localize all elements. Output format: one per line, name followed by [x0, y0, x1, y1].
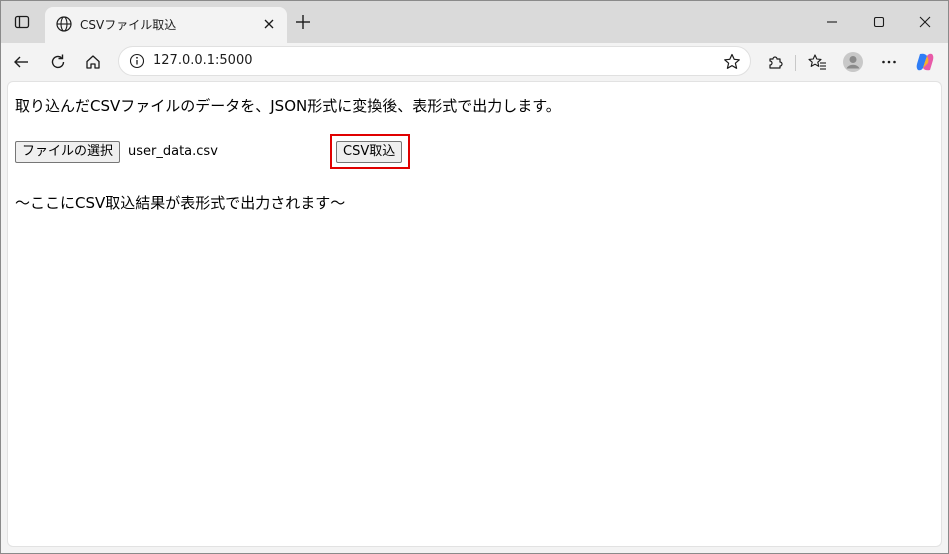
- tab-actions-icon[interactable]: [9, 9, 35, 35]
- tab-strip: CSVファイル取込: [1, 1, 948, 43]
- refresh-icon[interactable]: [44, 48, 72, 76]
- selected-file-name: user_data.csv: [128, 144, 218, 159]
- avatar-icon[interactable]: [839, 48, 867, 76]
- url-text[interactable]: 127.0.0.1:5000: [153, 53, 253, 68]
- toolbar-divider: [795, 55, 796, 71]
- puzzle-icon[interactable]: [761, 48, 789, 76]
- close-window-icon[interactable]: [902, 7, 948, 37]
- copilot-icon[interactable]: [911, 48, 939, 76]
- more-icon[interactable]: [875, 48, 903, 76]
- address-bar[interactable]: 127.0.0.1:5000: [118, 46, 751, 76]
- browser-toolbar: 127.0.0.1:5000: [1, 43, 948, 81]
- maximize-icon[interactable]: [856, 7, 902, 37]
- info-icon[interactable]: [129, 53, 145, 69]
- csv-import-button[interactable]: CSV取込: [336, 141, 403, 163]
- favorites-icon[interactable]: [803, 48, 831, 76]
- page-content: 取り込んだCSVファイルのデータを、JSON形式に変換後、表形式で出力します。 …: [7, 81, 942, 547]
- intro-text: 取り込んだCSVファイルのデータを、JSON形式に変換後、表形式で出力します。: [15, 97, 561, 115]
- minimize-icon[interactable]: [809, 7, 855, 37]
- globe-icon: [55, 15, 73, 33]
- plus-icon[interactable]: [293, 12, 313, 32]
- browser-window: CSVファイル取込 127.0.0.1:5000 取り込んだCSVファイルのデー…: [0, 0, 949, 554]
- result-placeholder: 〜ここにCSV取込結果が表形式で出力されます〜: [15, 194, 346, 212]
- home-icon[interactable]: [79, 48, 107, 76]
- back-arrow-icon[interactable]: [7, 48, 35, 76]
- tab-csv-import[interactable]: CSVファイル取込: [45, 7, 287, 43]
- tab-title: CSVファイル取込: [80, 18, 177, 32]
- choose-file-button[interactable]: ファイルの選択: [15, 141, 121, 163]
- star-icon[interactable]: [722, 52, 742, 72]
- close-icon[interactable]: [259, 14, 279, 34]
